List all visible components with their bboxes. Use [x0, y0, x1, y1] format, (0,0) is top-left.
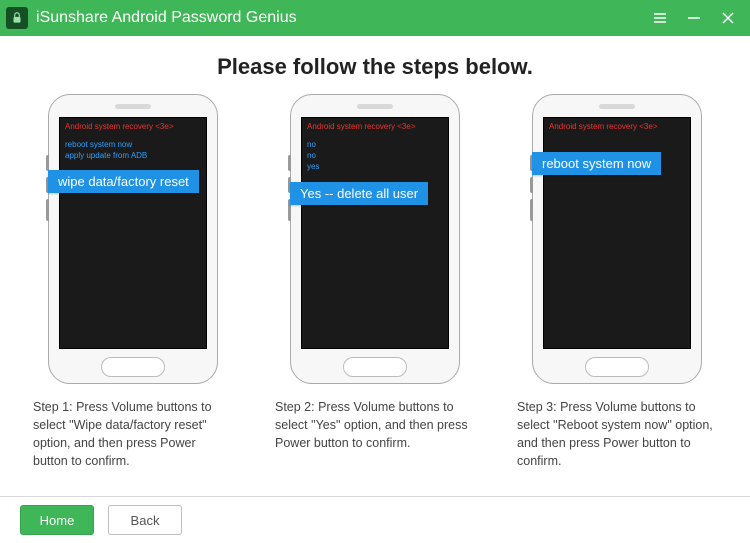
phone-illustration: Android system recovery <3e> no no yes Y… — [290, 94, 460, 384]
titlebar: iSunshare Android Password Genius — [0, 0, 750, 36]
phone-screen: Android system recovery <3e> no no yes Y… — [301, 117, 449, 349]
recovery-line: no — [302, 150, 448, 161]
app-title: iSunshare Android Password Genius — [36, 9, 652, 27]
phone-side-button — [530, 177, 533, 193]
callout-label: wipe data/factory reset — [48, 170, 199, 193]
phone-home-button — [343, 357, 407, 377]
step-caption: Step 3: Press Volume buttons to select "… — [517, 398, 717, 471]
phone-screen: Android system recovery <3e> reboot syst… — [543, 117, 691, 349]
recovery-line: no — [302, 139, 448, 150]
menu-icon[interactable] — [652, 10, 668, 26]
phone-illustration: Android system recovery <3e> reboot syst… — [532, 94, 702, 384]
content-area: Please follow the steps below. Android s… — [0, 36, 750, 496]
step-3: Android system recovery <3e> reboot syst… — [508, 94, 726, 471]
step-caption: Step 2: Press Volume buttons to select "… — [275, 398, 475, 452]
step-1: Android system recovery <3e> reboot syst… — [24, 94, 242, 471]
close-icon[interactable] — [720, 10, 736, 26]
minimize-icon[interactable] — [686, 10, 702, 26]
phone-home-button — [101, 357, 165, 377]
window-controls — [652, 10, 742, 26]
recovery-line: reboot system now — [60, 139, 206, 150]
app-logo — [6, 7, 28, 29]
phone-side-button — [46, 155, 49, 171]
recovery-title: Android system recovery <3e> — [60, 118, 206, 133]
footer-bar: Home Back — [0, 496, 750, 543]
phone-home-button — [585, 357, 649, 377]
step-2: Android system recovery <3e> no no yes Y… — [266, 94, 484, 471]
home-button[interactable]: Home — [20, 505, 94, 535]
phone-side-button — [530, 199, 533, 221]
back-button[interactable]: Back — [108, 505, 182, 535]
callout-label: Yes -- delete all user — [290, 182, 428, 205]
phone-screen: Android system recovery <3e> reboot syst… — [59, 117, 207, 349]
recovery-title: Android system recovery <3e> — [544, 118, 690, 133]
page-heading: Please follow the steps below. — [24, 54, 726, 80]
phone-illustration: Android system recovery <3e> reboot syst… — [48, 94, 218, 384]
recovery-title: Android system recovery <3e> — [302, 118, 448, 133]
steps-row: Android system recovery <3e> reboot syst… — [24, 94, 726, 471]
recovery-line: yes — [302, 161, 448, 172]
phone-side-button — [288, 155, 291, 171]
recovery-line: apply update from ADB — [60, 150, 206, 161]
callout-label: reboot system now — [532, 152, 661, 175]
phone-side-button — [46, 199, 49, 221]
step-caption: Step 1: Press Volume buttons to select "… — [33, 398, 233, 471]
